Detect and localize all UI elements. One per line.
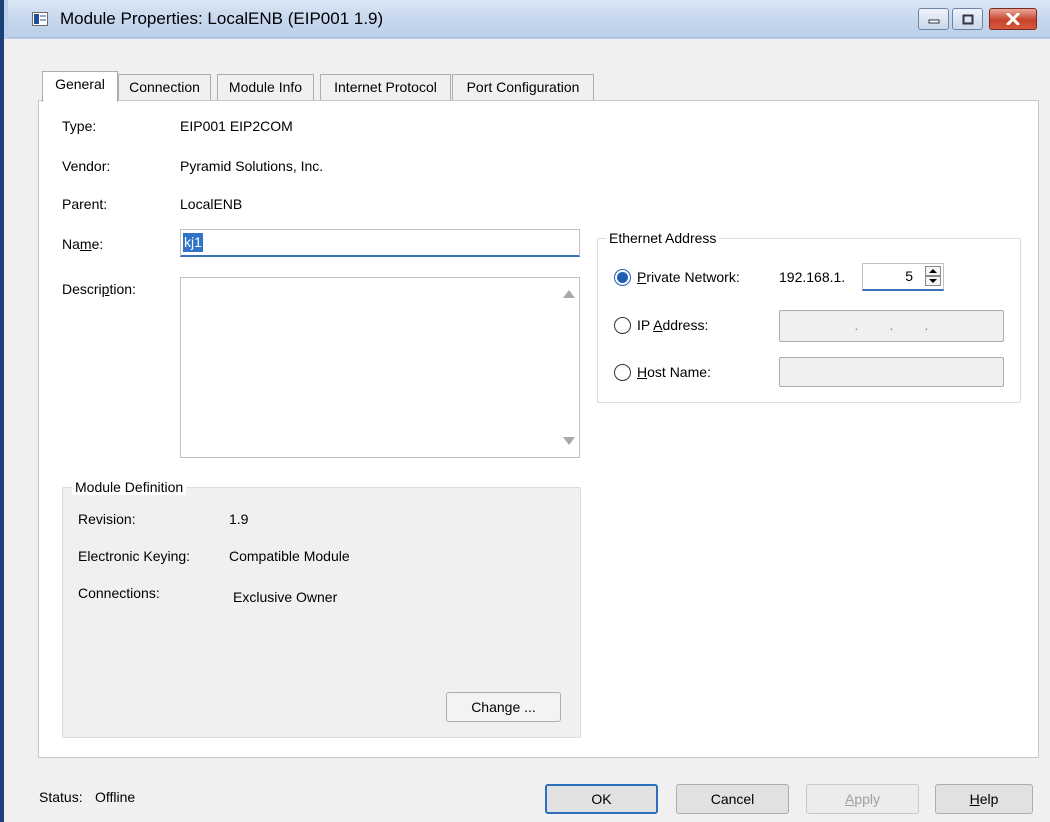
status-value: Offline	[95, 789, 136, 805]
scroll-up-icon[interactable]	[563, 290, 575, 298]
close-button[interactable]	[989, 8, 1037, 30]
host-name-radio[interactable]	[614, 364, 631, 381]
name-label: Name:	[62, 236, 104, 252]
private-network-label: Private Network:	[637, 269, 740, 285]
ip-address-radio[interactable]	[614, 317, 631, 334]
host-name-field[interactable]	[779, 357, 1004, 387]
window-title: Module Properties: LocalENB (EIP001 1.9)	[60, 9, 384, 28]
parent-label: Parent:	[62, 196, 108, 212]
connections-value: Exclusive Owner	[233, 589, 338, 605]
description-label: Description:	[62, 281, 136, 297]
tab-general[interactable]: General	[42, 71, 118, 102]
tab-module-info[interactable]: Module Info	[217, 74, 314, 100]
type-value: EIP001 EIP2COM	[180, 118, 293, 134]
maximize-icon	[962, 14, 973, 24]
ok-button[interactable]: OK	[545, 784, 658, 814]
change-button[interactable]: Change ...	[446, 692, 561, 722]
title-bar[interactable]: Module Properties: LocalENB (EIP001 1.9)	[8, 0, 1050, 38]
help-button[interactable]: Help	[935, 784, 1033, 814]
scroll-down-icon[interactable]	[563, 437, 575, 445]
tab-port-configuration[interactable]: Port Configuration	[452, 74, 594, 100]
ethernet-address-caption: Ethernet Address	[606, 230, 720, 246]
minimize-button[interactable]	[918, 8, 949, 30]
name-value-selected: kj1	[183, 233, 203, 252]
minimize-icon	[928, 19, 939, 24]
spin-down-icon[interactable]	[925, 276, 941, 286]
revision-label: Revision:	[78, 511, 136, 527]
connections-label: Connections:	[78, 585, 160, 601]
vendor-value: Pyramid Solutions, Inc.	[180, 158, 324, 174]
private-network-prefix: 192.168.1.	[779, 269, 846, 285]
close-icon	[1006, 13, 1020, 25]
ip-address-placeholder: . . .	[854, 317, 929, 333]
ip-address-field[interactable]: . . .	[779, 310, 1004, 342]
parent-value: LocalENB	[180, 196, 243, 212]
tab-internet-protocol[interactable]: Internet Protocol	[320, 74, 451, 100]
module-app-icon	[32, 12, 48, 26]
name-input[interactable]: kj1	[180, 229, 580, 257]
host-name-label: Host Name:	[637, 364, 711, 380]
private-network-radio[interactable]	[614, 269, 631, 286]
electronic-keying-value: Compatible Module	[229, 548, 350, 564]
description-textarea[interactable]	[180, 277, 580, 458]
maximize-button[interactable]	[952, 8, 983, 30]
type-label: Type:	[62, 118, 97, 134]
spin-up-icon[interactable]	[925, 266, 941, 276]
revision-value: 1.9	[229, 511, 249, 527]
module-definition-caption: Module Definition	[72, 479, 187, 495]
cancel-button[interactable]: Cancel	[676, 784, 789, 814]
vendor-label: Vendor:	[62, 158, 111, 174]
tab-connection[interactable]: Connection	[118, 74, 211, 100]
status-label: Status:	[39, 789, 83, 805]
electronic-keying-label: Electronic Keying:	[78, 548, 191, 564]
description-scrollbar[interactable]	[557, 278, 579, 457]
octet-spinner[interactable]	[925, 266, 941, 287]
private-network-octet-stepper[interactable]: 5	[862, 263, 944, 291]
apply-button[interactable]: Apply	[806, 784, 919, 814]
private-network-octet-value: 5	[905, 268, 913, 284]
ip-address-label: IP Address:	[637, 317, 709, 333]
